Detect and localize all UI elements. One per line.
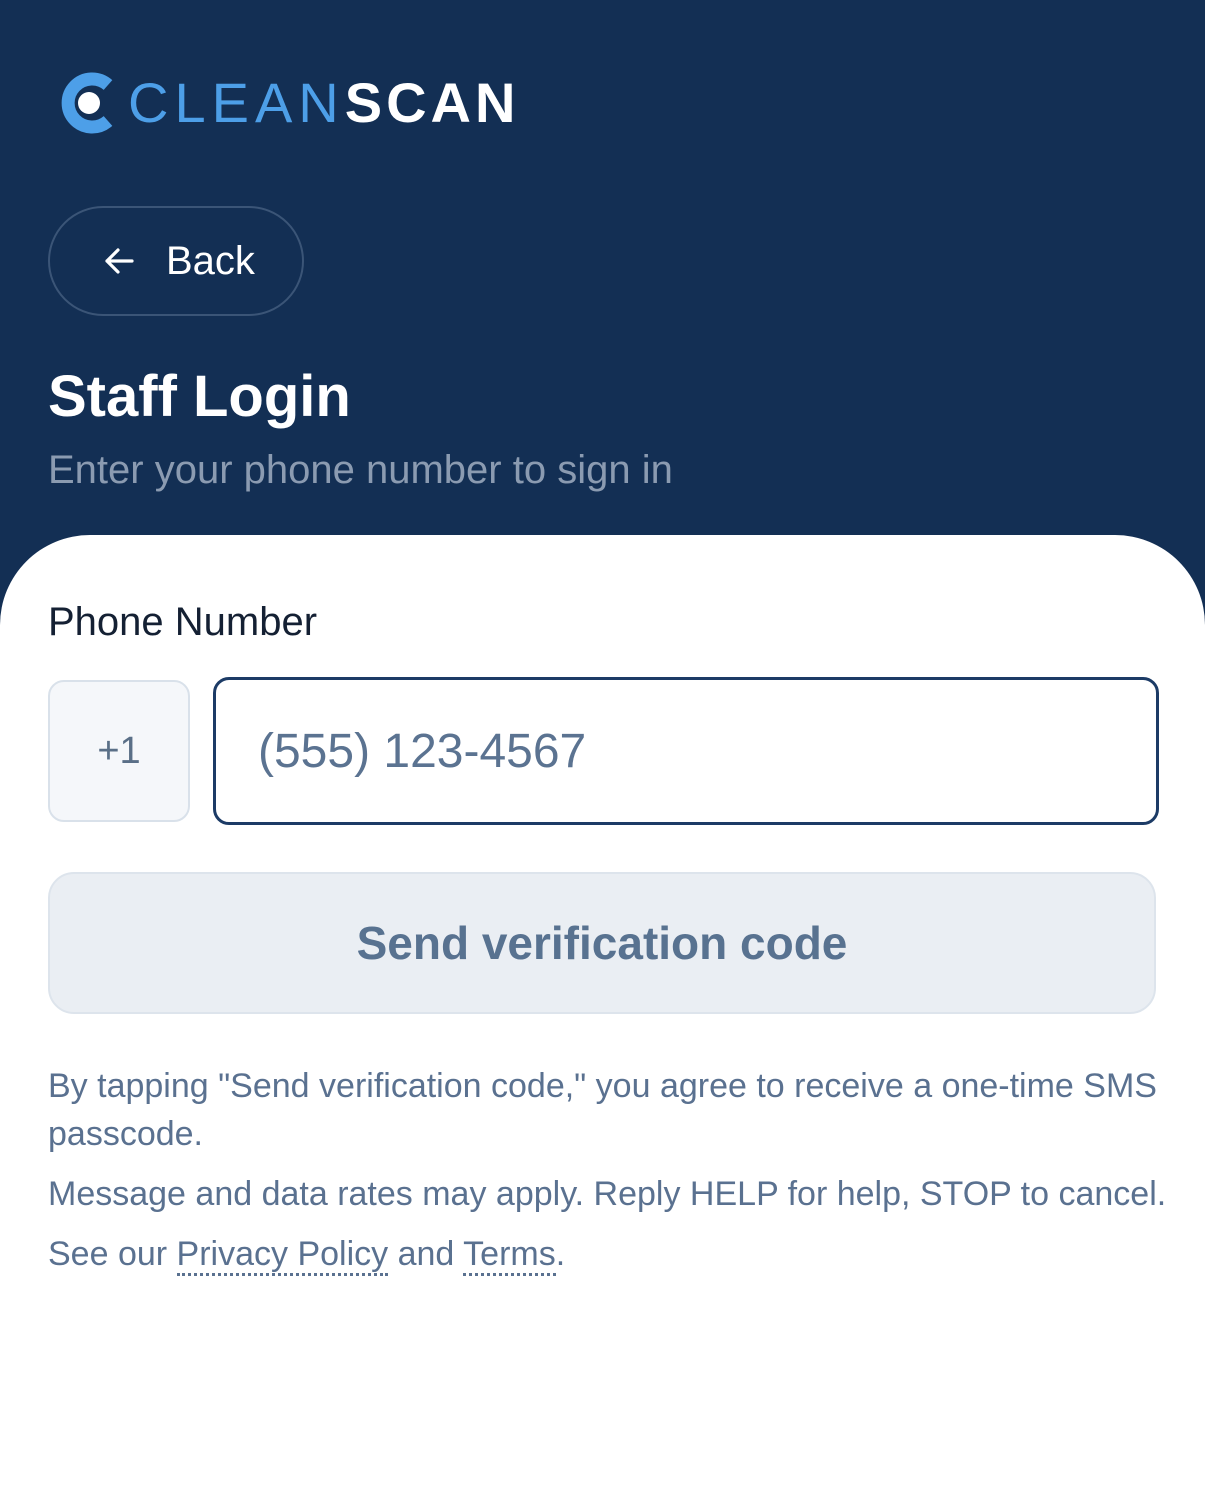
terms-link[interactable]: Terms bbox=[463, 1235, 556, 1276]
arrow-left-icon bbox=[105, 248, 134, 274]
logo-text-clean: CLEAN bbox=[128, 71, 345, 134]
legal-links-line: See our Privacy Policy and Terms. bbox=[48, 1230, 1168, 1278]
back-button-label: Back bbox=[166, 239, 255, 283]
phone-number-input[interactable] bbox=[213, 677, 1159, 825]
privacy-policy-link[interactable]: Privacy Policy bbox=[176, 1235, 389, 1276]
send-verification-code-button[interactable]: Send verification code bbox=[48, 872, 1156, 1014]
phone-number-label: Phone Number bbox=[48, 600, 318, 644]
country-code-prefix: +1 bbox=[48, 680, 190, 822]
back-button[interactable]: Back bbox=[48, 206, 304, 316]
and-text: and bbox=[388, 1235, 464, 1273]
cleanscan-c-logo-icon bbox=[61, 72, 113, 134]
page-subtitle: Enter your phone number to sign in bbox=[48, 448, 673, 492]
page-title: Staff Login bbox=[48, 364, 351, 429]
cleanscan-logo: CLEANSCAN bbox=[58, 70, 519, 136]
see-our-text: See our bbox=[48, 1235, 177, 1273]
sms-consent-text: By tapping "Send verification code," you… bbox=[48, 1067, 1157, 1153]
period-text: . bbox=[555, 1235, 566, 1273]
logo-text-scan: SCAN bbox=[344, 71, 520, 134]
logo-wordmark: CLEANSCAN bbox=[128, 71, 519, 135]
message-rates-text: Message and data rates may apply. Reply … bbox=[48, 1175, 1167, 1213]
